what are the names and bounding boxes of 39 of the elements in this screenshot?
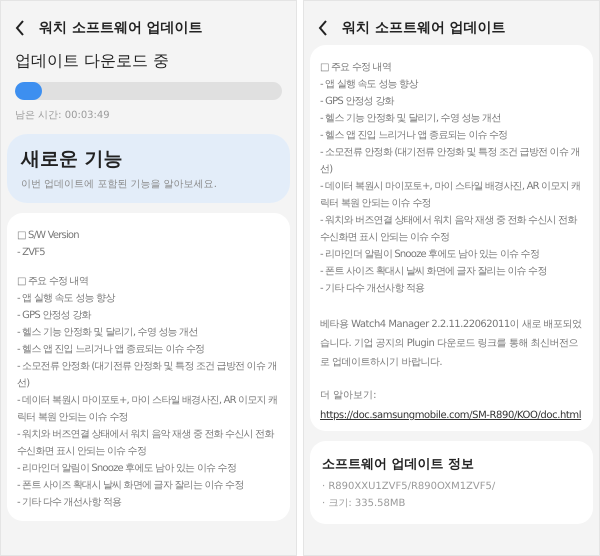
- note-line: - GPS 안정성 강화: [17, 309, 92, 323]
- note-line: - 앱 실행 속도 성능 향상: [320, 78, 420, 92]
- feature-card[interactable]: 새로운 기능 이번 업데이트에 포함된 기능을 알아보세요.: [7, 134, 290, 203]
- doc-link[interactable]: https://doc.samsungmobile.com/SM-R890/KOO/doc.html: [320, 410, 583, 421]
- note-line: - 헬스 앱 진입 느리거나 앱 종료되는 이슈 수정: [17, 343, 206, 357]
- info-line: · 크기: 335.58MB: [322, 497, 406, 510]
- info-line: · R890XXU1ZVF5/R890OXM1ZVF5/: [322, 481, 496, 492]
- back-button[interactable]: [318, 20, 328, 36]
- screen-title: 워치 소프트웨어 업데이트: [39, 19, 203, 37]
- note-line: - 데이터 복원시 마이포토+, 마이 스타일 배경사진, AR 이모지 캐릭터 복원 안되는 이슈 수정: [17, 394, 278, 425]
- notice-paragraph: 베타용 Watch4 Manager 2.2.11.22062011이 새로 배포되었습니다. 기업 공지의 Plugin 다운로드 링크를 통해 최신버전으로 업데이트하시기 바랍니다.: [320, 318, 583, 370]
- note-line: - 폰트 사이즈 확대시 날씨 화면에 글자 잘리는 이슈 수정: [17, 479, 245, 493]
- download-heading: 업데이트 다운로드 중: [15, 51, 170, 72]
- note-line: - 소모전류 안정화 (대기전류 안정화 및 특정 조건 급방전 이슈 개선): [17, 360, 278, 391]
- notes-heading: □ 주요 수정 내역: [320, 61, 392, 75]
- note-line: - 헬스 기능 안정화 및 달리기, 수영 성능 개선: [17, 326, 199, 340]
- note-line: - ZVF5: [17, 246, 46, 260]
- note-line: - 기타 다수 개선사항 적용: [320, 282, 426, 296]
- note-line: - 폰트 사이즈 확대시 날씨 화면에 글자 잘리는 이슈 수정: [320, 265, 548, 279]
- note-line: - 헬스 기능 안정화 및 달리기, 수영 성능 개선: [320, 112, 502, 126]
- note-line: - GPS 안정성 강화: [320, 95, 396, 109]
- note-line: - 데이터 복원시 마이포토+, 마이 스타일 배경사진, AR 이모지 캐릭터 복원 안되는 이슈 수정: [320, 180, 582, 211]
- remaining-time: 남은 시간: 00:03:49: [15, 109, 111, 122]
- note-line: - 앱 실행 속도 성능 향상: [17, 292, 116, 306]
- info-title: 소프트웨어 업데이트 정보: [322, 456, 476, 473]
- learn-more-label: 더 알아보기:: [320, 389, 378, 402]
- feature-subtitle: 이번 업데이트에 포함된 기능을 알아보세요.: [21, 178, 218, 191]
- note-line: - 헬스 앱 진입 느리거나 앱 종료되는 이슈 수정: [320, 129, 508, 143]
- note-line: - 리마인더 알림이 Snooze 후에도 남아 있는 이슈 수정: [17, 462, 237, 476]
- note-line: - 리마인더 알림이 Snooze 후에도 남아 있는 이슈 수정: [320, 248, 540, 262]
- notes-heading: □ S/W Version: [17, 229, 80, 243]
- screen-title: 워치 소프트웨어 업데이트: [342, 19, 506, 37]
- note-line: - 기타 다수 개선사항 적용: [17, 496, 122, 510]
- feature-title: 새로운 기능: [21, 147, 124, 172]
- note-line: - 워치와 버즈연결 상태에서 워치 음악 재생 중 전화 수신시 전화 수신화면 표시 안되는 이슈 수정: [320, 214, 578, 245]
- note-line: - 워치와 버즈연결 상태에서 워치 음악 재생 중 전화 수신시 전화 수신화면 표시 안되는 이슈 수정: [17, 428, 276, 459]
- back-button[interactable]: [15, 20, 25, 36]
- note-line: - 소모전류 안정화 (대기전류 안정화 및 특정 조건 급방전 이슈 개선): [320, 146, 581, 177]
- notes-heading: □ 주요 수정 내역: [17, 275, 89, 289]
